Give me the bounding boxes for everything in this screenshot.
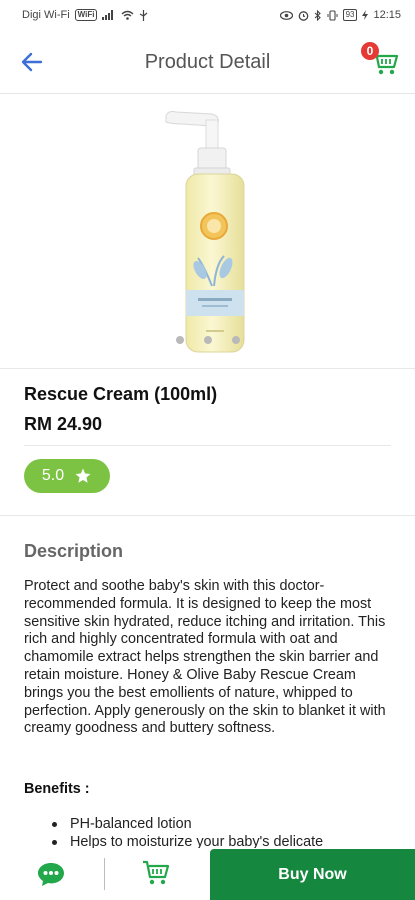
page-title: Product Detail: [144, 51, 271, 73]
divider: [0, 515, 415, 516]
cart-count-badge: 0: [361, 42, 379, 60]
status-left: Digi Wi-Fi WiFi: [22, 9, 148, 21]
chat-icon: [38, 863, 64, 886]
star-icon: [75, 468, 91, 483]
bottom-action-bar: Buy Now: [0, 848, 415, 900]
charging-icon: [362, 10, 369, 20]
product-price: RM 24.90: [24, 414, 103, 434]
benefit-item: PH-balanced lotion: [52, 815, 392, 833]
divider: [24, 445, 391, 446]
bluetooth-icon: [314, 9, 321, 21]
carrier-tag: WiFi: [74, 9, 98, 21]
buy-now-button[interactable]: Buy Now: [210, 849, 415, 900]
eye-icon: [279, 10, 293, 20]
product-bottle-image: [165, 111, 245, 353]
chat-button[interactable]: [36, 860, 66, 888]
wifi-icon: [122, 10, 134, 20]
divider: [0, 368, 415, 369]
app-header: Product Detail 0: [0, 30, 415, 94]
signal-icon: [102, 10, 114, 20]
status-right: 93 12:15: [279, 9, 401, 21]
product-image-carousel[interactable]: [0, 100, 415, 368]
rating-value: 5.0: [41, 467, 65, 484]
rating-badge[interactable]: 5.0: [24, 459, 110, 493]
carrier-name: Digi Wi-Fi: [22, 9, 70, 21]
benefits-list: PH-balanced lotion Helps to moisturize y…: [52, 815, 392, 851]
usb-icon: [140, 9, 148, 21]
battery-level: 93: [342, 9, 358, 21]
carousel-dots: [0, 336, 415, 344]
carousel-dot[interactable]: [175, 336, 184, 344]
alarm-icon: [298, 10, 308, 21]
clock: 12:15: [373, 9, 401, 21]
description-text: Protect and soothe baby's skin with this…: [24, 578, 386, 737]
product-name: Rescue Cream (100ml): [24, 384, 218, 404]
status-bar: Digi Wi-Fi WiFi 93 12:15: [0, 0, 415, 30]
carousel-dot[interactable]: [231, 336, 240, 344]
header-cart-button[interactable]: 0: [361, 42, 401, 82]
add-to-cart-button[interactable]: [142, 860, 172, 888]
description-heading: Description: [24, 541, 124, 561]
divider: [104, 858, 105, 890]
cart-icon: [143, 860, 170, 885]
vibrate-icon: [327, 9, 338, 21]
carousel-dot[interactable]: [203, 336, 212, 344]
benefits-heading: Benefits :: [24, 781, 90, 797]
